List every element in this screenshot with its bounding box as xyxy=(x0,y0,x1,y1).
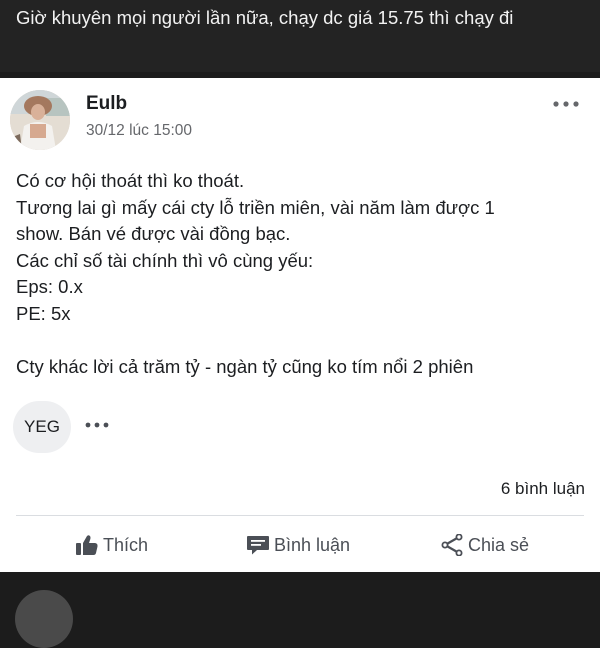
author-name[interactable]: Eulb xyxy=(86,93,127,115)
post-body-line: PE: 5x xyxy=(16,302,71,324)
action-divider xyxy=(16,515,584,516)
next-post-preview xyxy=(0,572,600,648)
post-body-line: Có cơ hội thoát thì ko thoát. xyxy=(16,170,245,191)
like-button[interactable]: Thích xyxy=(75,530,148,560)
more-horizontal-icon xyxy=(553,101,579,107)
previous-post: · · Giờ khuyên mọi người lần nữa, chạy d… xyxy=(0,0,600,72)
avatar-photo xyxy=(10,90,70,150)
post-more-options-button[interactable] xyxy=(552,94,580,114)
comment-button[interactable]: Bình luận xyxy=(246,530,350,560)
comment-count[interactable]: 6 bình luận xyxy=(501,479,585,499)
post-body-line: Tương lai gì mấy cái cty lỗ triền miên, … xyxy=(16,196,495,218)
post-card: Eulb 30/12 lúc 15:00 Có cơ hội thoát thì… xyxy=(0,78,600,572)
post-timestamp[interactable]: 30/12 lúc 15:00 xyxy=(86,122,192,140)
previous-post-text: Giờ khuyên mọi người lần nữa, chạy dc gi… xyxy=(16,7,514,28)
post-body-blank-line xyxy=(16,327,591,354)
comment-bubble-icon xyxy=(247,536,269,555)
author-avatar[interactable] xyxy=(10,90,70,150)
share-label: Chia sẻ xyxy=(468,534,530,555)
tag-more-button[interactable] xyxy=(84,415,110,435)
next-post-avatar[interactable] xyxy=(15,590,73,648)
post-body-line: Eps: 0.x xyxy=(16,276,83,297)
share-icon xyxy=(441,534,463,556)
thumbs-up-icon xyxy=(76,535,98,555)
comment-label: Bình luận xyxy=(274,534,351,555)
stock-tag-chip[interactable]: YEG xyxy=(13,401,71,453)
like-label: Thích xyxy=(103,534,149,555)
post-body: Có cơ hội thoát thì ko thoát. Tương lai … xyxy=(16,168,591,380)
post-body-line: Các chỉ số tài chính thì vô cùng yếu: xyxy=(16,249,314,271)
share-button[interactable]: Chia sẻ xyxy=(440,530,529,560)
more-horizontal-icon xyxy=(85,422,109,428)
post-body-line: show. Bán vé được vài đồng bạc. xyxy=(16,223,291,244)
post-body-line: Cty khác lời cả trăm tỷ - ngàn tỷ cũng k… xyxy=(16,355,474,377)
